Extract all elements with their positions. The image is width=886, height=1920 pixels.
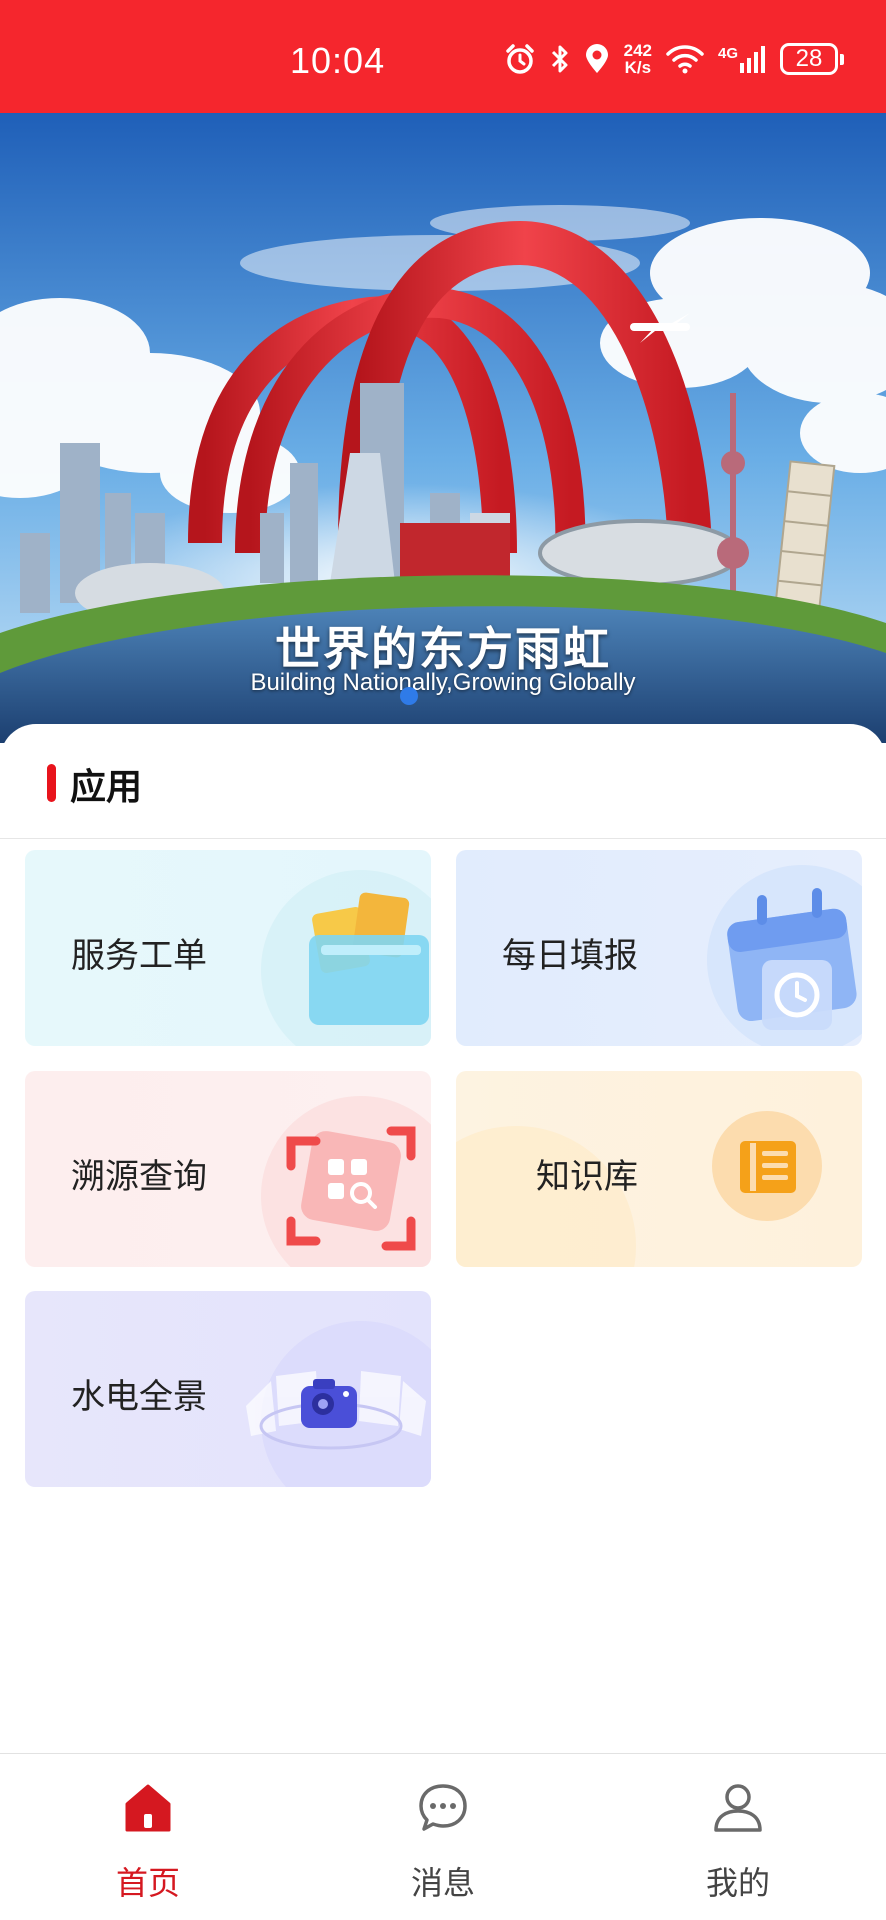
wifi-icon [666,45,704,74]
network-type: 4G [717,45,738,62]
panorama-camera-icon [246,1321,431,1487]
alarm-icon [505,44,534,74]
apps-panel: 应用 服务工单 每日填报 溯源查询 知识库 水电全景 [0,724,886,1754]
nav-label: 首页 [115,1864,180,1902]
carousel-indicator[interactable] [400,687,418,705]
calendar-clock-icon [707,865,862,1046]
tile-label: 水电全景 [71,1377,207,1417]
section-accent-bar [47,764,56,802]
tile-daily-report[interactable]: 每日填报 [456,850,862,1046]
home-icon [125,1784,171,1832]
banner-carousel[interactable]: 世界的东方雨虹 Building Nationally,Growing Glob… [0,113,886,743]
qr-scan-icon [261,1096,431,1267]
tile-label: 服务工单 [71,936,207,976]
network-speed: 242 K/s [624,42,652,76]
banner-subtitle: Building Nationally,Growing Globally [250,669,636,696]
tile-knowledge-base[interactable]: 知识库 [456,1071,862,1267]
nav-home[interactable]: 首页 [48,1754,248,1920]
folder-icon [261,870,431,1046]
nav-messages[interactable]: 消息 [343,1754,543,1920]
section-header: 应用 [0,724,886,839]
signal-icon: 4G [718,45,766,73]
bluetooth-icon [551,45,568,73]
tile-panorama[interactable]: 水电全景 [25,1291,431,1487]
tile-label: 每日填报 [502,936,638,976]
chat-icon [419,1784,467,1831]
status-bar: 10:04 242 K/s 4G 28 [0,0,886,113]
section-title: 应用 [70,767,143,808]
battery-icon: 28 [780,43,844,75]
net-speed-unit: K/s [624,58,652,77]
status-time: 10:04 [290,40,386,81]
tile-label: 溯源查询 [71,1157,207,1197]
status-icons: 242 K/s 4G 28 [504,42,844,76]
bottom-nav: 首页 消息 我的 [0,1753,886,1920]
nav-label: 消息 [410,1864,475,1902]
notebook-icon [712,1111,822,1221]
user-icon [714,1784,762,1832]
net-speed-value: 242 [623,41,652,60]
tile-label: 知识库 [536,1157,638,1197]
tile-service-order[interactable]: 服务工单 [25,850,431,1046]
tile-trace-query[interactable]: 溯源查询 [25,1071,431,1267]
location-icon [585,44,608,73]
nav-profile[interactable]: 我的 [638,1754,838,1920]
nav-label: 我的 [705,1864,770,1902]
